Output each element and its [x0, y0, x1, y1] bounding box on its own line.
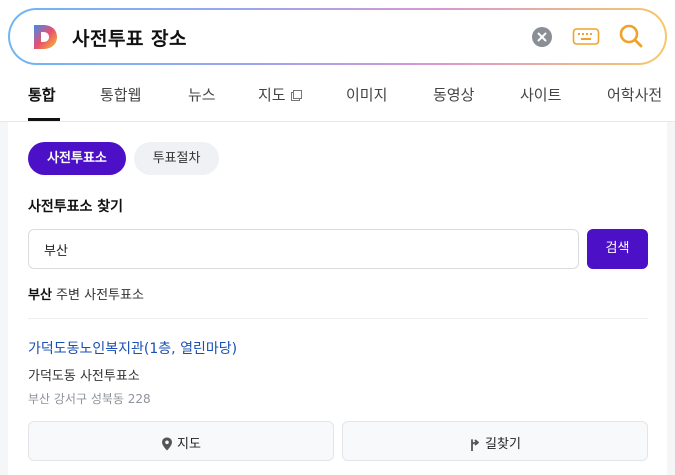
- keyboard-icon: [572, 28, 600, 45]
- finder-title: 사전투표소 찾기: [28, 199, 124, 215]
- nearby-keyword: 부산: [28, 288, 52, 303]
- place-name-link[interactable]: 가덕도동노인복지관(1층, 열린마당): [28, 338, 237, 358]
- daum-logo[interactable]: [32, 24, 58, 50]
- tab-sites[interactable]: 사이트: [520, 84, 561, 105]
- directions-icon: [471, 439, 479, 452]
- tab-map[interactable]: 지도: [258, 84, 303, 105]
- search-bar[interactable]: 사전투표 장소: [8, 8, 667, 65]
- tab-news[interactable]: 뉴스: [188, 84, 216, 105]
- tab-integrated[interactable]: 통합: [28, 84, 56, 105]
- tab-videos[interactable]: 동영상: [433, 84, 474, 105]
- directions-button[interactable]: 길찾기: [342, 421, 648, 461]
- tab-dictionary[interactable]: 어학사전: [607, 84, 662, 105]
- place-address: 부산 강서구 성북동 228: [28, 392, 151, 406]
- location-search-button[interactable]: 검색: [587, 229, 648, 269]
- external-link-icon: [291, 90, 303, 101]
- nearby-caption: 부산 주변 사전투표소: [28, 284, 144, 303]
- clear-search-button[interactable]: [532, 27, 552, 47]
- close-icon: [537, 32, 547, 42]
- directions-button-label: 길찾기: [485, 437, 521, 452]
- location-pin-icon: [162, 437, 173, 451]
- place-subtitle: 가덕도동 사전투표소: [28, 369, 140, 384]
- search-tabs: 통합 통합웹 뉴스 지도 이미지 동영상 사이트 어학사전: [0, 70, 675, 122]
- header: 사전투표 장소 통합 통합웹 뉴스 지도 이미지 동영상 사이트 어학사전: [0, 0, 675, 122]
- tab-integrated-web[interactable]: 통합웹: [100, 84, 141, 105]
- search-button[interactable]: [617, 22, 645, 50]
- location-input[interactable]: [28, 229, 579, 269]
- map-button[interactable]: 지도: [28, 421, 334, 461]
- active-tab-indicator: [28, 118, 60, 121]
- tab-map-label: 지도: [258, 86, 286, 104]
- divider: [28, 318, 648, 319]
- filter-chip-voting-procedure[interactable]: 투표절차: [134, 142, 219, 175]
- early-voting-card: 사전투표소 투표절차 사전투표소 찾기 검색 부산 주변 사전투표소 가덕도동노…: [8, 122, 667, 475]
- map-button-label: 지도: [177, 437, 201, 452]
- nearby-caption-rest: 주변 사전투표소: [51, 288, 144, 303]
- tab-dictionary-label: 어학사전: [607, 86, 663, 104]
- keyboard-button[interactable]: [572, 25, 600, 49]
- filter-chip-early-voting-place[interactable]: 사전투표소: [28, 142, 126, 175]
- search-query-text[interactable]: 사전투표 장소: [72, 24, 187, 51]
- search-icon: [619, 24, 643, 48]
- tab-images[interactable]: 이미지: [346, 84, 387, 105]
